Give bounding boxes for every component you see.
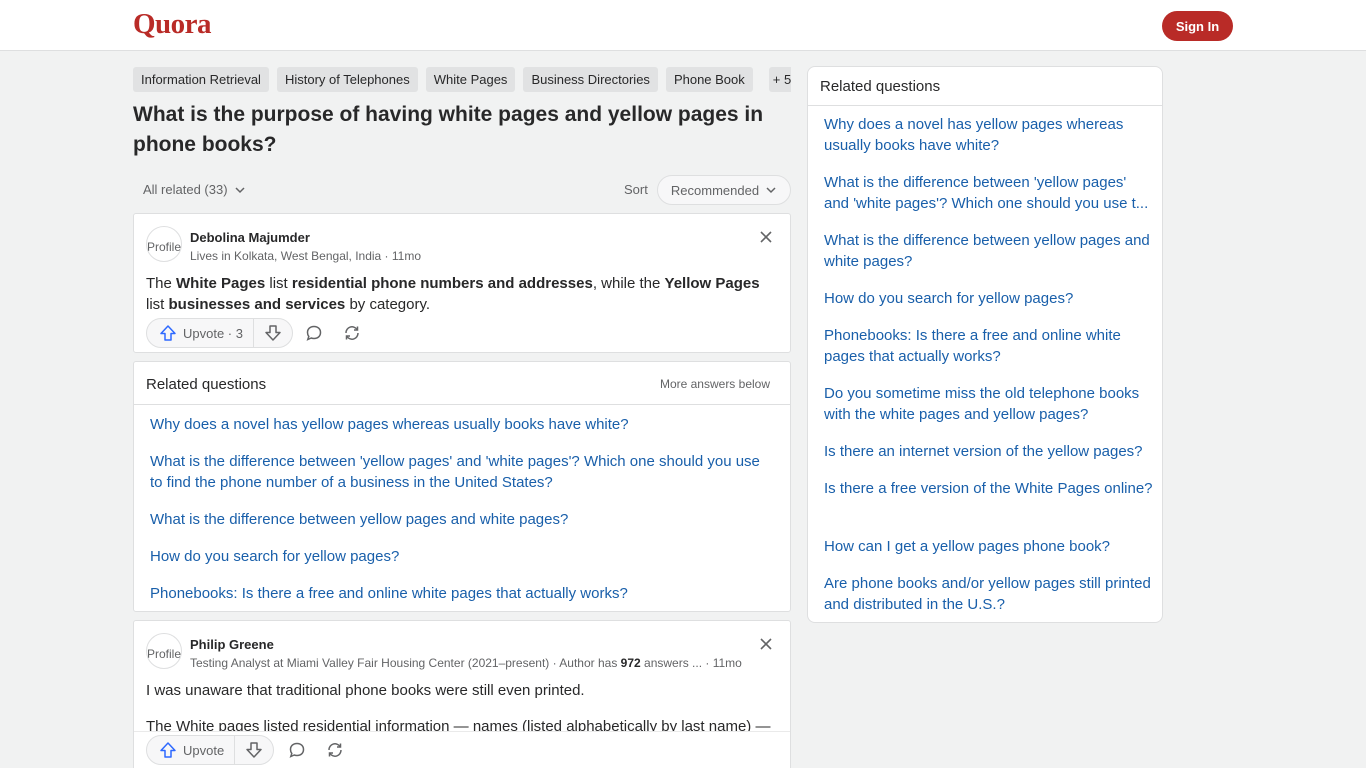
author-credential: Lives in Kolkata, West Bengal, India · 1… xyxy=(190,249,422,263)
avatar[interactable]: Profile xyxy=(146,633,182,669)
share-button[interactable] xyxy=(341,322,363,344)
close-icon[interactable] xyxy=(759,637,773,651)
sort-label: Sort xyxy=(624,182,648,197)
related-questions-title: Related questions xyxy=(146,376,267,393)
upvote-arrow-icon xyxy=(160,325,176,341)
related-question-link[interactable]: Do you sometime miss the old telephone b… xyxy=(824,383,1154,425)
answer-count: 972 xyxy=(620,656,641,670)
avatar[interactable]: Profile xyxy=(146,226,182,262)
related-questions-inline: Related questions More answers below Why… xyxy=(133,361,791,612)
topic-chip[interactable]: Phone Book xyxy=(665,67,753,92)
upvote-button[interactable]: Upvote xyxy=(147,736,236,764)
more-topics-chip[interactable]: + 5 xyxy=(768,67,791,92)
related-question-link[interactable]: How can I get a yellow pages phone book? xyxy=(824,536,1154,557)
topic-chip[interactable]: History of Telephones xyxy=(276,67,418,92)
related-question-text: What is the difference between 'yellow p… xyxy=(824,174,1149,212)
share-repost-icon xyxy=(328,743,342,757)
topic-chip[interactable]: White Pages xyxy=(425,67,516,92)
related-question-link[interactable]: What is the difference between yellow pa… xyxy=(150,509,770,530)
downvote-arrow-icon xyxy=(265,325,281,341)
answer-text-bold: residential phone numbers and addresses xyxy=(291,275,593,292)
vote-group: Upvote xyxy=(146,735,275,765)
topic-list: Information Retrieval History of Telepho… xyxy=(133,67,791,92)
upvote-label: Upvote xyxy=(183,742,225,758)
all-related-label: All related (33) xyxy=(143,182,228,197)
vote-group: Upvote · 3 xyxy=(146,318,293,348)
related-question-link[interactable]: Why does a novel has yellow pages wherea… xyxy=(150,414,770,435)
sign-in-button[interactable]: Sign In xyxy=(1162,11,1233,41)
chevron-down-icon xyxy=(235,186,245,193)
related-question-link[interactable]: Why does a novel has yellow pages wherea… xyxy=(824,114,1154,156)
downvote-button[interactable] xyxy=(254,319,292,347)
upvote-arrow-icon xyxy=(160,742,176,758)
related-question-link[interactable]: What is the difference between 'yellow p… xyxy=(150,451,770,493)
share-button[interactable] xyxy=(324,739,346,761)
sidebar-related-questions: Related questions Why does a novel has y… xyxy=(807,66,1163,623)
credential-text: Testing Analyst at Miami Valley Fair Hou… xyxy=(190,656,621,670)
credential-text: answers ... xyxy=(640,656,703,670)
sort-dropdown[interactable]: Recommended xyxy=(657,175,791,205)
related-question-link[interactable]: Phonebooks: Is there a free and online w… xyxy=(824,325,1154,367)
answer-text: list xyxy=(265,275,292,292)
answer-paragraph: I was unaware that traditional phone boo… xyxy=(146,682,585,699)
related-question-link[interactable]: What is the difference between 'yellow p… xyxy=(824,172,1154,214)
sort-value: Recommended xyxy=(670,182,760,198)
close-icon[interactable] xyxy=(759,230,773,244)
comment-icon xyxy=(289,742,305,758)
quora-logo[interactable]: Quora xyxy=(133,8,212,41)
author-name[interactable]: Philip Greene xyxy=(190,637,274,652)
related-question-link[interactable]: Are phone books and/or yellow pages stil… xyxy=(824,573,1154,615)
answer-text-bold: businesses and services xyxy=(168,296,346,313)
top-header: Quora Sign In xyxy=(0,0,1366,51)
divider xyxy=(134,404,790,405)
more-answers-below-label: More answers below xyxy=(659,377,770,391)
question-title: What is the purpose of having white page… xyxy=(133,103,764,156)
downvote-button[interactable] xyxy=(235,736,273,764)
share-repost-icon xyxy=(345,326,359,340)
answer-card: Profile Philip Greene Testing Analyst at… xyxy=(133,620,791,768)
answer-card: Profile Debolina Majumder Lives in Kolka… xyxy=(133,213,791,353)
answer-text: , while the xyxy=(592,275,665,292)
answer-text: list xyxy=(146,296,169,313)
upvote-label: Upvote · 3 xyxy=(183,325,243,341)
author-name[interactable]: Debolina Majumder xyxy=(190,230,310,245)
answer-text-bold: White Pages xyxy=(176,275,266,292)
upvote-button[interactable]: Upvote · 3 xyxy=(147,319,254,347)
related-question-link[interactable]: Phonebooks: Is there a free and online w… xyxy=(150,583,770,604)
answer-text: The xyxy=(146,275,177,292)
related-question-link[interactable]: What is the difference between yellow pa… xyxy=(824,230,1154,272)
related-questions-title: Related questions xyxy=(820,78,941,95)
comment-button[interactable] xyxy=(286,739,308,761)
author-credential: Testing Analyst at Miami Valley Fair Hou… xyxy=(190,656,742,670)
answer-text-bold: Yellow Pages xyxy=(664,275,760,292)
comment-icon xyxy=(306,325,322,341)
chevron-down-icon xyxy=(766,187,776,194)
answer-body: The White Pages list residential phone n… xyxy=(146,273,778,315)
comment-button[interactable] xyxy=(303,322,325,344)
topic-chip[interactable]: Information Retrieval xyxy=(133,67,269,92)
answer-text: by category. xyxy=(345,296,431,313)
all-related-dropdown[interactable]: All related (33) xyxy=(143,182,246,197)
related-question-link[interactable]: Is there a free version of the White Pag… xyxy=(824,478,1154,499)
topic-chip[interactable]: Business Directories xyxy=(523,67,658,92)
related-question-link[interactable]: How do you search for yellow pages? xyxy=(150,546,770,567)
related-question-link[interactable]: Is there an internet version of the yell… xyxy=(824,441,1154,462)
answer-timestamp: · 11mo xyxy=(702,656,742,670)
related-question-link[interactable]: How do you search for yellow pages? xyxy=(824,288,1154,309)
divider xyxy=(808,105,1162,106)
answer-filter-bar: All related (33) Sort Recommended xyxy=(133,175,791,205)
downvote-arrow-icon xyxy=(246,742,262,758)
